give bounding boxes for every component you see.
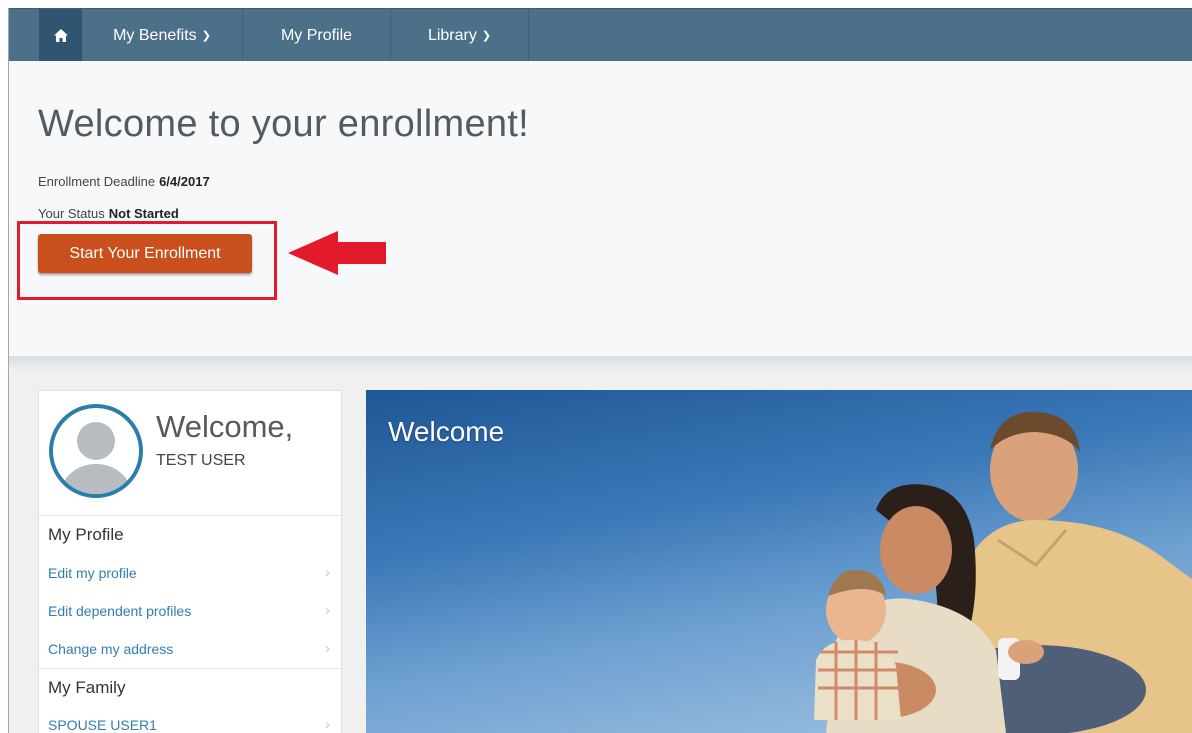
- avatar: [49, 404, 143, 498]
- user-name: TEST USER: [156, 452, 246, 469]
- page-title: Welcome to your enrollment!: [38, 103, 530, 145]
- change-my-address-link[interactable]: Change my address ›: [48, 640, 330, 657]
- nav-my-profile[interactable]: My Profile: [243, 9, 391, 62]
- edit-dependent-profiles-link[interactable]: Edit dependent profiles ›: [48, 602, 330, 619]
- chevron-right-icon: ›: [325, 640, 330, 657]
- welcome-greeting: Welcome,: [156, 409, 294, 444]
- nav-my-benefits-label: My Benefits: [113, 27, 197, 44]
- edit-my-profile-label: Edit my profile: [48, 565, 137, 581]
- nav-my-profile-label: My Profile: [280, 27, 353, 44]
- enrollment-status: Your Status Not Started: [38, 206, 179, 221]
- browser-viewport: My Benefits ❯ My Profile Library ❯ Welcome…: [8, 8, 1192, 733]
- start-enrollment-button[interactable]: Start Your Enrollment: [38, 234, 252, 273]
- profile-card: Welcome, TEST USER My Profile Edit my pr…: [38, 390, 342, 733]
- edit-dependent-profiles-label: Edit dependent profiles: [48, 603, 192, 619]
- edit-my-profile-link[interactable]: Edit my profile ›: [48, 564, 330, 581]
- chevron-right-icon: ›: [325, 564, 330, 581]
- chevron-right-icon: ›: [325, 716, 330, 733]
- home-icon: [53, 29, 68, 42]
- user-avatar-icon: [60, 422, 132, 494]
- enrollment-deadline: Enrollment Deadline 6/4/2017: [38, 174, 210, 189]
- card-divider: [39, 515, 341, 516]
- annotation-arrow-icon: [288, 231, 386, 275]
- card-divider: [39, 668, 341, 669]
- status-label: Your Status: [38, 206, 105, 221]
- nav-my-benefits[interactable]: My Benefits ❯: [82, 9, 243, 62]
- family-member-spouse-label: SPOUSE USER1: [48, 717, 157, 733]
- nav-library[interactable]: Library ❯: [391, 9, 529, 62]
- section-heading-my-profile: My Profile: [48, 525, 124, 544]
- status-value: Not Started: [108, 206, 179, 221]
- nav-home-button[interactable]: [39, 9, 82, 62]
- banner-title: Welcome: [388, 416, 505, 447]
- chevron-down-icon: ❯: [201, 30, 211, 42]
- family-photo-illustration: [814, 411, 1192, 733]
- family-member-spouse-link[interactable]: SPOUSE USER1 ›: [48, 716, 330, 733]
- change-my-address-label: Change my address: [48, 641, 174, 657]
- chevron-down-icon: ❯: [481, 30, 492, 42]
- enrollment-hero: Welcome to your enrollment! Enrollment D…: [9, 61, 1192, 356]
- chevron-right-icon: ›: [325, 602, 330, 619]
- section-heading-my-family: My Family: [48, 678, 126, 697]
- hero-divider-shadow: [9, 356, 1192, 370]
- deadline-label: Enrollment Deadline: [38, 174, 156, 189]
- nav-library-label: Library: [427, 27, 477, 44]
- deadline-value: 6/4/2017: [159, 174, 210, 189]
- top-navigation-bar: My Benefits ❯ My Profile Library ❯: [9, 8, 1192, 62]
- welcome-banner: Welcome: [366, 390, 1192, 733]
